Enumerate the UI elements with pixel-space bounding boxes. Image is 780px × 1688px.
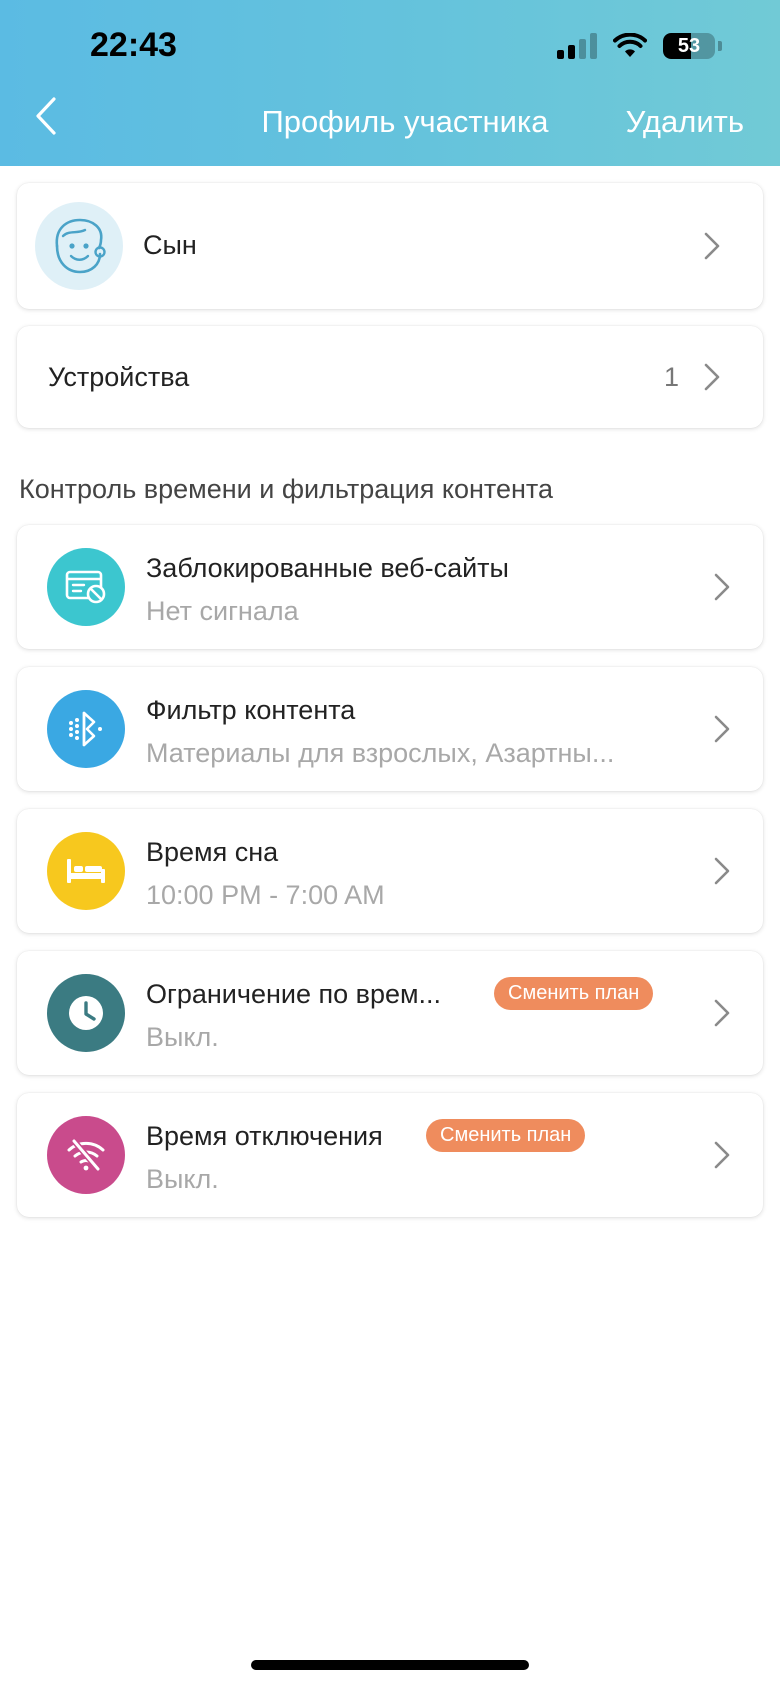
status-bar: 22:43 53 (0, 0, 780, 90)
chevron-right-icon (714, 1141, 730, 1169)
battery-cap (718, 41, 722, 51)
change-plan-badge[interactable]: Сменить план (494, 977, 654, 1010)
blocked-websites-icon (47, 548, 125, 626)
content-filter-item[interactable]: Фильтр контента Материалы для взрослых, … (17, 667, 763, 791)
time-limit-item[interactable]: Ограничение по врем... Сменить план Выкл… (17, 951, 763, 1075)
blocked-websites-item[interactable]: Заблокированные веб-сайты Нет сигнала (17, 525, 763, 649)
wifi-off-icon (47, 1116, 125, 1194)
home-indicator[interactable] (251, 1660, 529, 1670)
header: 22:43 53 Профиль участника Удалить (0, 0, 780, 166)
sleep-time-item[interactable]: Время сна 10:00 PM - 7:00 AM (17, 809, 763, 933)
cellular-signal-icon (557, 33, 597, 59)
chevron-right-icon (704, 363, 720, 391)
item-subtitle: Материалы для взрослых, Азартны... (146, 738, 615, 768)
section-title: Контроль времени и фильтрация контента (19, 474, 554, 504)
delete-button[interactable]: Удалить (626, 104, 744, 140)
profile-name: Сын (143, 230, 197, 260)
profile-card[interactable]: Сын (17, 183, 763, 309)
chevron-right-icon (704, 232, 720, 260)
content-filter-icon (47, 690, 125, 768)
chevron-right-icon (714, 999, 730, 1027)
status-time: 22:43 (90, 26, 177, 64)
bed-icon (47, 832, 125, 910)
boy-avatar-icon (35, 202, 123, 290)
item-subtitle: 10:00 PM - 7:00 AM (146, 880, 385, 910)
item-subtitle: Нет сигнала (146, 596, 299, 626)
battery-icon: 53 (663, 33, 715, 59)
clock-icon (47, 974, 125, 1052)
item-subtitle: Выкл. (146, 1022, 219, 1052)
offline-time-item[interactable]: Время отключения Сменить план Выкл. (17, 1093, 763, 1217)
wifi-icon (613, 33, 647, 57)
item-subtitle: Выкл. (146, 1164, 219, 1194)
item-title: Заблокированные веб-сайты (146, 553, 509, 583)
devices-label: Устройства (48, 362, 190, 392)
devices-card[interactable]: Устройства 1 (17, 326, 763, 428)
battery-percent: 53 (677, 35, 701, 57)
chevron-right-icon (714, 715, 730, 743)
item-title: Фильтр контента (146, 695, 356, 725)
devices-count: 1 (663, 362, 679, 392)
chevron-right-icon (714, 573, 730, 601)
item-title: Ограничение по врем... (146, 979, 442, 1009)
chevron-right-icon (714, 857, 730, 885)
status-icons: 53 (557, 30, 722, 62)
item-title: Время сна (146, 837, 279, 867)
item-title: Время отключения (146, 1121, 383, 1151)
change-plan-badge[interactable]: Сменить план (426, 1119, 586, 1152)
